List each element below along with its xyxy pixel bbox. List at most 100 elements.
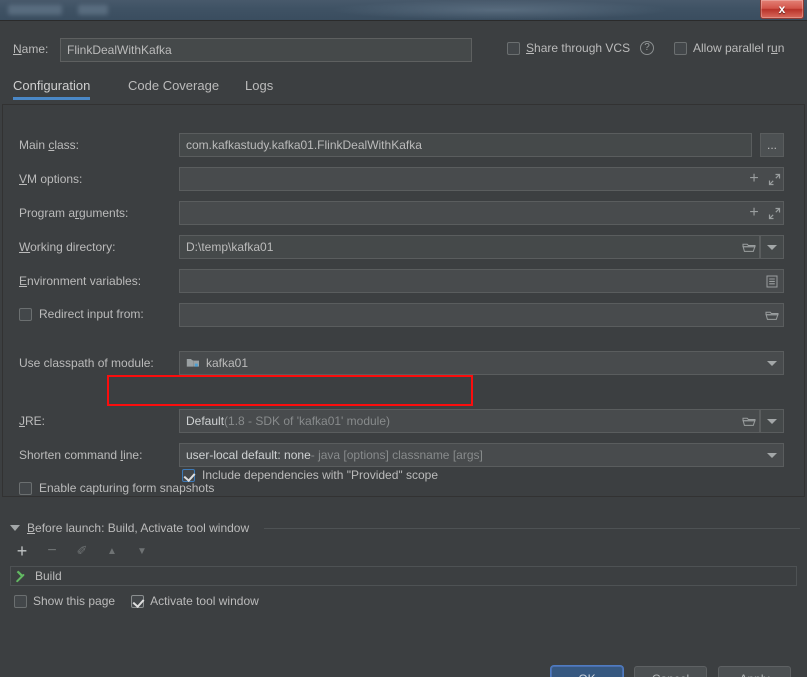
use-classpath-combobox[interactable]: kafka01 [179, 351, 784, 375]
redirect-input-box[interactable] [19, 307, 32, 321]
tab-logs[interactable]: Logs [245, 74, 273, 100]
background-menu-item-2 [78, 5, 108, 15]
chevron-down-icon [767, 418, 777, 424]
close-icon[interactable]: x [760, 0, 804, 19]
before-launch-header[interactable]: Before launch: Build, Activate tool wind… [10, 521, 800, 535]
before-launch-task-label: Build [35, 569, 62, 583]
name-input[interactable] [60, 38, 472, 62]
expand-icon[interactable] [766, 205, 782, 221]
before-launch-toolbar: + − ✐ ▲ ▼ [14, 541, 150, 561]
before-launch-task-list[interactable]: Build [10, 566, 797, 586]
allow-parallel-run-box[interactable] [674, 41, 687, 55]
chevron-down-icon[interactable] [764, 447, 780, 463]
chevron-down-icon [767, 244, 777, 250]
share-vcs-rest: hare through VCS [534, 41, 631, 55]
plus-icon[interactable]: + [746, 170, 762, 187]
vm-options-input[interactable] [179, 167, 784, 191]
working-directory-input[interactable]: D:\temp\kafka01 [179, 235, 760, 259]
edit-button[interactable]: ✐ [74, 543, 90, 559]
working-directory-value: D:\temp\kafka01 [186, 240, 274, 254]
show-this-page-checkbox[interactable]: Show this page [14, 594, 115, 608]
program-arguments-input[interactable] [179, 201, 784, 225]
show-this-page-label: Show this page [33, 594, 116, 608]
configuration-panel: Main class: com.kafkastudy.kafka01.Flink… [2, 104, 805, 497]
plus-icon[interactable]: + [746, 204, 762, 221]
redirect-input-row: Redirect input from: [3, 303, 804, 329]
name-label-rest: ame: [21, 42, 49, 56]
tab-code-coverage[interactable]: Code Coverage [128, 74, 219, 100]
environment-variables-input[interactable] [179, 269, 784, 293]
enable-snapshots-row: Enable capturing form snapshots [3, 477, 804, 496]
share-through-vcs-checkbox[interactable]: Share through VCS ? [507, 41, 655, 55]
show-this-page-box[interactable] [14, 594, 27, 608]
working-directory-label: Working directory: [19, 240, 115, 254]
use-classpath-row: Use classpath of module: kafka01 [3, 351, 804, 377]
enable-snapshots-checkbox[interactable]: Enable capturing form snapshots [19, 481, 214, 495]
module-folder-icon [186, 357, 200, 369]
activate-tool-window-box[interactable] [131, 594, 145, 608]
use-classpath-value: kafka01 [206, 356, 249, 370]
shorten-cmd-label-b: ine: [123, 448, 143, 462]
enable-snapshots-label: Enable capturing form snapshots [39, 481, 215, 495]
help-icon[interactable]: ? [640, 41, 655, 55]
main-class-input[interactable]: com.kafkastudy.kafka01.FlinkDealWithKafk… [179, 133, 752, 157]
allow-parallel-post: n [777, 41, 785, 55]
use-classpath-label: Use classpath of module: [19, 356, 154, 370]
folder-icon[interactable] [764, 307, 780, 323]
list-icon[interactable] [764, 273, 780, 289]
apply-button[interactable]: Apply [718, 666, 791, 677]
working-directory-row: Working directory: D:\temp\kafka01 [3, 235, 804, 261]
working-dir-mnemonic: W [19, 240, 31, 254]
cancel-button[interactable]: Cancel [634, 666, 707, 677]
folder-icon[interactable] [741, 413, 757, 429]
remove-button[interactable]: − [44, 542, 60, 559]
dialog-body: Name: Share through VCS ? Allow parallel… [0, 20, 807, 677]
ok-button[interactable]: OK [551, 666, 623, 677]
jre-combobox[interactable]: Default (1.8 - SDK of 'kafka01' module) [179, 409, 760, 433]
expand-icon[interactable] [766, 171, 782, 187]
vm-options-row: VM options: + [3, 167, 804, 193]
allow-parallel-run-checkbox[interactable]: Allow parallel run [674, 41, 784, 55]
chevron-down-icon[interactable] [10, 525, 20, 531]
program-arguments-row: Program arguments: + [3, 201, 804, 227]
environment-variables-label: Environment variables: [19, 274, 141, 288]
main-class-label-a: Main [19, 138, 49, 152]
ide-background-strip [0, 0, 807, 20]
tab-configuration[interactable]: Configuration [13, 74, 91, 100]
vm-options-mnemonic: V [19, 172, 28, 186]
working-dir-label-rest: orking directory: [30, 240, 116, 254]
chevron-down-icon[interactable] [764, 355, 780, 371]
vm-options-label: VM options: [19, 172, 82, 186]
ellipsis-icon: ... [766, 138, 777, 152]
tab-active-underline [13, 97, 91, 100]
shorten-command-line-combobox[interactable]: user-local default: none - java [options… [179, 443, 784, 467]
background-glow [330, 0, 670, 20]
redirect-input-field[interactable] [179, 303, 784, 327]
before-launch-mnemonic: B [27, 521, 36, 535]
shorten-command-line-label: Shorten command line: [19, 448, 142, 462]
main-class-browse-button[interactable]: ... [760, 133, 784, 157]
add-button[interactable]: + [14, 541, 30, 561]
enable-snapshots-box[interactable] [19, 481, 32, 495]
tab-code-coverage-label: Code Coverage [128, 78, 220, 93]
apply-mnemonic: A [739, 672, 747, 677]
main-class-value: com.kafkastudy.kafka01.FlinkDealWithKafk… [186, 138, 422, 152]
shorten-command-line-detail: - java [options] classname [args] [310, 448, 483, 462]
jre-label: JRE: [19, 414, 45, 428]
redirect-input-checkbox[interactable]: Redirect input from: [19, 307, 144, 321]
working-directory-dropdown[interactable] [760, 235, 784, 259]
jre-value: Default [186, 414, 225, 428]
activate-tool-window-checkbox[interactable]: Activate tool window [131, 594, 259, 608]
program-args-label-b: guments: [79, 206, 129, 220]
share-through-vcs-box[interactable] [507, 41, 520, 55]
program-args-label-a: Program a [19, 206, 76, 220]
jre-dropdown[interactable] [760, 409, 784, 433]
before-launch-title-rest: efore launch: Build, Activate tool windo… [35, 521, 250, 535]
move-down-button[interactable]: ▼ [134, 543, 150, 559]
redirect-input-label: Redirect input from: [39, 307, 144, 321]
main-class-row: Main class: com.kafkastudy.kafka01.Flink… [3, 133, 804, 159]
move-up-button[interactable]: ▲ [104, 543, 120, 559]
folder-icon[interactable] [741, 239, 757, 255]
tab-logs-label: Logs [245, 78, 274, 93]
hammer-icon [15, 569, 29, 583]
